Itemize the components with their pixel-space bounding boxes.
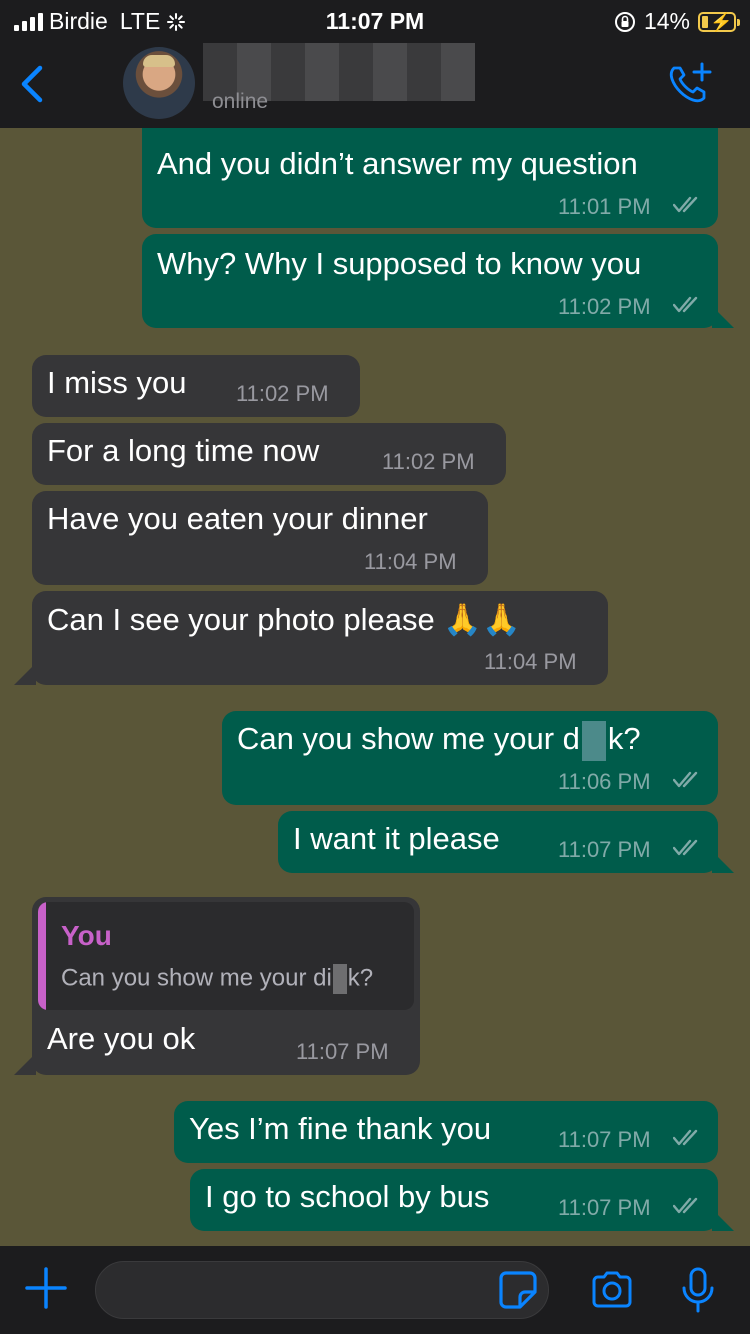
status-bar: Birdie LTE 11:07 PM 14% ⚡ [0, 0, 750, 40]
message-text: Can I see your photo please 🙏🙏 [47, 602, 521, 637]
message-bubble[interactable]: I want it please 11:07 PM [278, 811, 718, 873]
battery-percent: 14% [643, 8, 690, 34]
message-bubble[interactable]: Can you show me your d k? 11:06 PM [222, 711, 718, 805]
battery-icon: ⚡ [698, 11, 740, 32]
avatar[interactable] [123, 47, 195, 119]
message-time: 11:02 PM [382, 449, 475, 474]
message-text: For a long time now [47, 433, 320, 468]
bubble-tail [14, 1053, 36, 1075]
quoted-message[interactable]: You Can you show me your di k? [38, 902, 414, 1010]
message-input[interactable] [95, 1261, 549, 1319]
censor-block [581, 721, 606, 761]
message-text: I miss you [47, 365, 187, 400]
message-time: 11:06 PM [558, 769, 651, 794]
message-time: 11:07 PM [558, 837, 651, 862]
bubble-tail [712, 306, 734, 328]
message-time: 11:01 PM [558, 194, 651, 219]
double-check-icon [673, 1197, 698, 1214]
message-text: I go to school by bus [205, 1179, 490, 1214]
message-bubble[interactable]: Can I see your photo please 🙏🙏 11:04 PM [32, 591, 608, 685]
message-time: 11:02 PM [558, 294, 651, 319]
message-text: Have you eaten your dinner [47, 501, 428, 536]
orientation-lock-icon [614, 11, 635, 32]
double-check-icon [673, 839, 698, 856]
status-right: 14% ⚡ [614, 8, 740, 35]
message-bubble[interactable]: Have you eaten your dinner 11:04 PM [32, 491, 488, 585]
message-bubble[interactable]: Yes I’m fine thank you 11:07 PM [174, 1101, 718, 1163]
plus-icon[interactable] [24, 1266, 68, 1310]
censor-block [332, 964, 347, 994]
message-time: 11:07 PM [558, 1195, 651, 1220]
quote-bar [38, 902, 46, 1010]
message-input-bar [0, 1246, 750, 1334]
message-text: Yes I’m fine thank you [189, 1111, 492, 1146]
message-text: Can you show me your d k? [237, 721, 641, 761]
message-time: 11:02 PM [236, 381, 329, 406]
double-check-icon [673, 771, 698, 788]
bubble-tail [14, 663, 36, 685]
bubble-tail [712, 1209, 734, 1231]
message-text: Why? Why I supposed to know you [157, 246, 642, 281]
message-time: 11:04 PM [484, 649, 577, 674]
message-bubble[interactable]: Why? Why I supposed to know you 11:02 PM [142, 234, 718, 328]
double-check-icon [673, 196, 698, 213]
contact-status: online [212, 90, 269, 113]
message-time: 11:07 PM [296, 1039, 389, 1064]
camera-icon[interactable] [590, 1270, 634, 1310]
quote-text: Can you show me your di k? [61, 964, 373, 994]
message-bubble[interactable]: And you didn’t answer my question 11:01 … [142, 128, 718, 228]
message-bubble[interactable]: I miss you 11:02 PM [32, 355, 360, 417]
message-bubble[interactable]: For a long time now 11:02 PM [32, 423, 506, 485]
quote-author: You [61, 920, 112, 951]
bubble-tail [712, 851, 734, 873]
message-text: And you didn’t answer my question [157, 146, 638, 181]
message-time: 11:04 PM [364, 549, 457, 574]
message-text: Are you ok [47, 1021, 196, 1056]
double-check-icon [673, 1129, 698, 1146]
double-check-icon [673, 296, 698, 313]
add-call-icon[interactable] [664, 60, 712, 108]
message-time: 11:07 PM [558, 1127, 651, 1152]
microphone-icon[interactable] [680, 1266, 716, 1314]
message-text: I want it please [293, 821, 500, 856]
message-bubble[interactable]: I go to school by bus 11:07 PM [190, 1169, 718, 1231]
sticker-icon[interactable] [498, 1270, 538, 1310]
chevron-left-icon[interactable] [14, 62, 54, 106]
chat-header: online [0, 40, 750, 128]
